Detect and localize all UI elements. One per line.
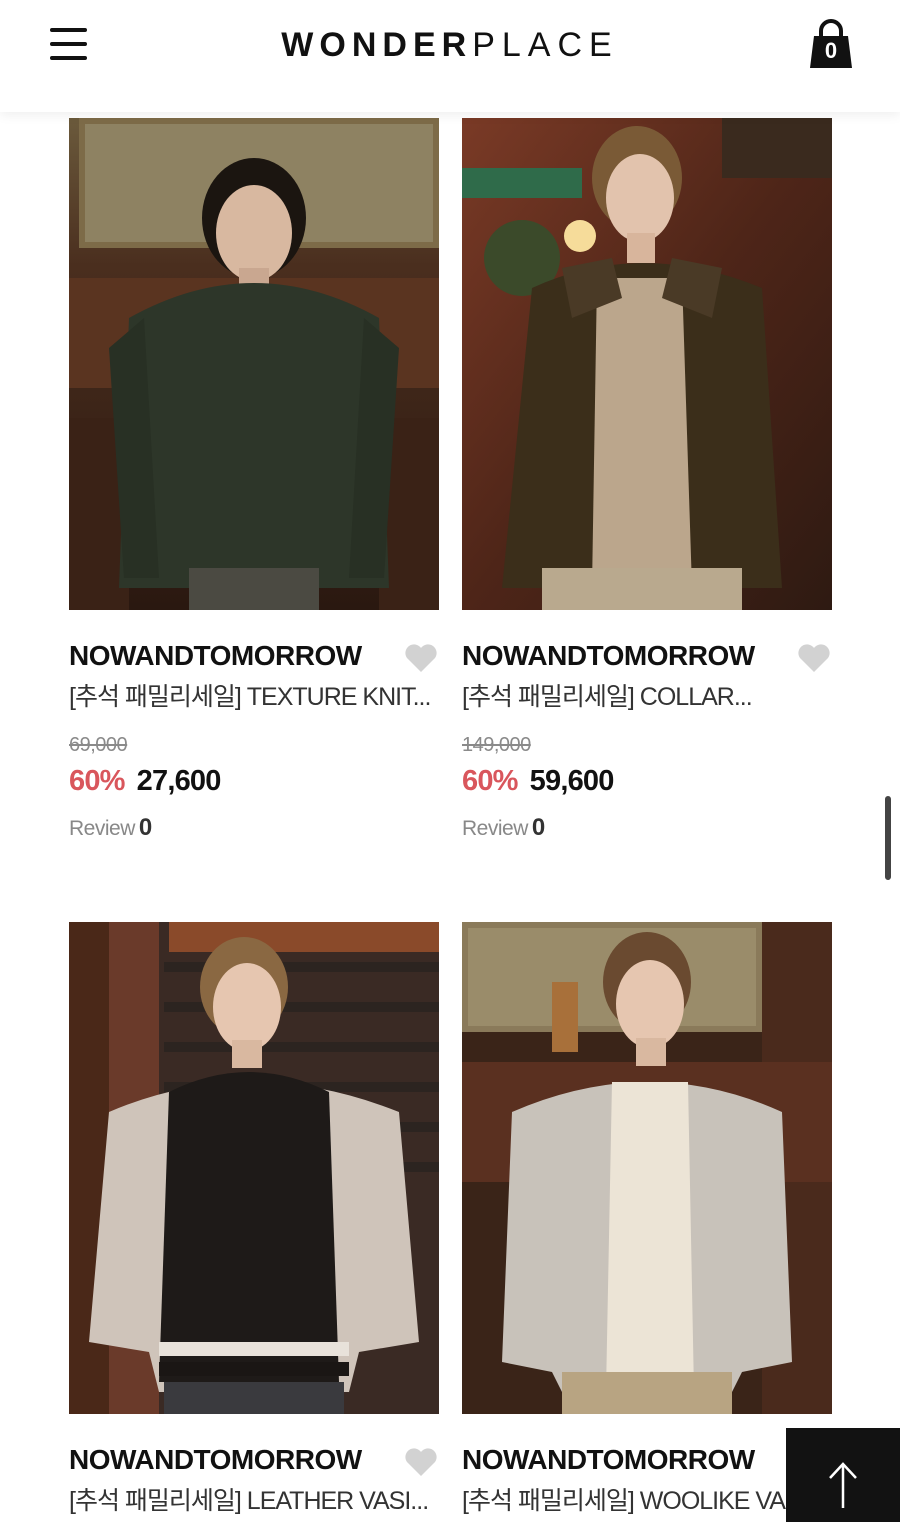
- product-name[interactable]: [추석 패밀리세일] COLLAR...: [462, 682, 830, 712]
- wishlist-button[interactable]: [403, 1446, 439, 1478]
- heart-icon: [405, 644, 437, 672]
- arrow-up-icon: [829, 1462, 857, 1508]
- review-summary: Review 0: [69, 814, 152, 842]
- review-count: 0: [531, 814, 545, 841]
- product-image-woolike-varsity[interactable]: [462, 922, 832, 1414]
- product-brand: NOWANDTOMORROW: [462, 1444, 755, 1475]
- product-brand: NOWANDTOMORROW: [69, 1444, 362, 1475]
- scroll-to-top-button[interactable]: [786, 1428, 900, 1522]
- site-logo[interactable]: WONDERPLACE: [0, 26, 900, 64]
- wishlist-button[interactable]: [403, 642, 439, 674]
- price-row: 60% 27,600: [69, 764, 221, 798]
- original-price: 149,000: [462, 734, 531, 756]
- product-name[interactable]: [추석 패밀리세일] WOOLIKE VAS...: [462, 1486, 830, 1516]
- heart-icon: [798, 644, 830, 672]
- heart-icon: [405, 1448, 437, 1476]
- wishlist-button[interactable]: [796, 642, 832, 674]
- sale-price: 59,600: [529, 765, 615, 797]
- top-header: WONDERPLACE 0: [0, 0, 900, 112]
- product-name[interactable]: [추석 패밀리세일] LEATHER VASI...: [69, 1486, 437, 1516]
- cart-count-badge: 0: [824, 38, 838, 63]
- cart-button[interactable]: 0: [806, 18, 856, 70]
- review-label: Review: [69, 817, 135, 840]
- original-price: 69,000: [69, 734, 128, 756]
- discount-rate: 60%: [462, 765, 518, 797]
- price-row: 60% 59,600: [462, 764, 614, 798]
- product-brand: NOWANDTOMORROW: [69, 640, 362, 671]
- review-label: Review: [462, 817, 528, 840]
- review-summary: Review 0: [462, 814, 545, 842]
- product-image-texture-knit[interactable]: [69, 118, 439, 610]
- sale-price: 27,600: [136, 765, 222, 797]
- logo-bold-text: WONDER: [281, 26, 473, 64]
- product-name[interactable]: [추석 패밀리세일] TEXTURE KNIT...: [69, 682, 437, 712]
- product-brand: NOWANDTOMORROW: [462, 640, 755, 671]
- product-image-collar-jacket[interactable]: [462, 118, 832, 610]
- logo-light-text: PLACE: [472, 26, 619, 64]
- review-count: 0: [138, 814, 152, 841]
- scrollbar-thumb[interactable]: [885, 796, 891, 880]
- product-image-leather-varsity[interactable]: [69, 922, 439, 1414]
- discount-rate: 60%: [69, 765, 125, 797]
